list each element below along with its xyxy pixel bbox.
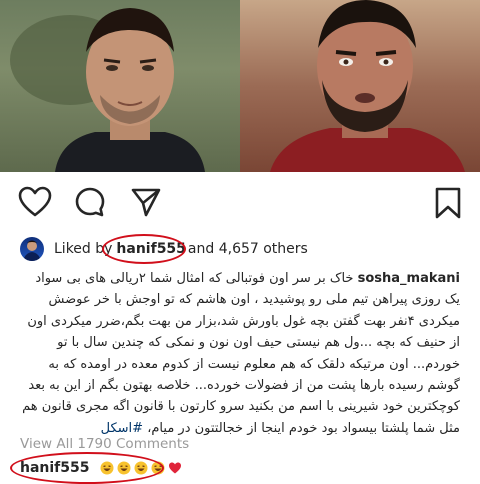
- likes-others[interactable]: and 4,657 others: [188, 241, 308, 257]
- bookmark-icon[interactable]: [434, 186, 462, 224]
- caption-author[interactable]: sosha_makani: [358, 271, 460, 286]
- view-all-comments-link[interactable]: View All 1790 Comments: [20, 436, 189, 452]
- comment-icon[interactable]: [74, 186, 106, 222]
- heart-emoji-icon: [168, 461, 182, 475]
- liker-avatar[interactable]: [20, 237, 44, 261]
- photo-right-player: [240, 0, 480, 172]
- share-icon[interactable]: [130, 186, 162, 222]
- caption-hashtag[interactable]: #اسکل: [101, 421, 143, 436]
- photo-left-player: [0, 0, 240, 172]
- post-photo[interactable]: [0, 0, 480, 172]
- red-circle-annotation-comment: [10, 452, 164, 484]
- post-action-bar: [0, 178, 480, 226]
- red-circle-annotation: [102, 234, 186, 264]
- caption-text: خاک بر سر اون فوتبالی که امثال شما ۲ریال…: [22, 271, 460, 436]
- heart-icon[interactable]: [18, 186, 52, 222]
- post-caption: sosha_makani خاک بر سر اون فوتبالی که ام…: [20, 268, 460, 439]
